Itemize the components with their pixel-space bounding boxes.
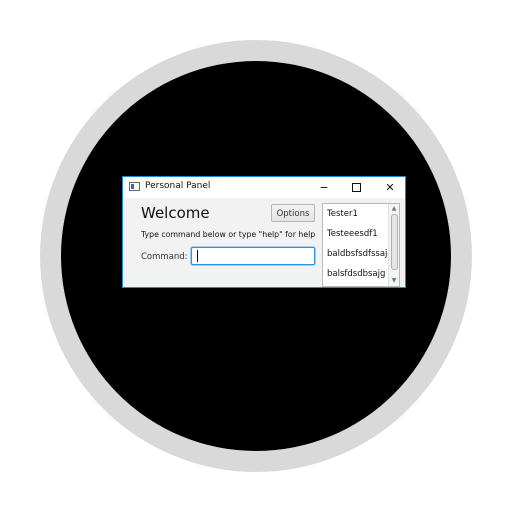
command-input[interactable]	[191, 247, 315, 265]
app-window-icon	[129, 182, 140, 191]
scroll-up-icon[interactable]: ▲	[390, 205, 398, 213]
welcome-heading: Welcome	[141, 204, 210, 222]
list-item[interactable]: Tester1	[327, 209, 358, 219]
command-label: Command:	[141, 252, 188, 262]
options-button[interactable]: Options	[271, 204, 315, 222]
scroll-thumb[interactable]	[391, 214, 398, 270]
minimize-button[interactable]: −	[309, 177, 339, 198]
scroll-down-icon[interactable]: ▼	[390, 277, 398, 285]
user-list[interactable]: Tester1 Testeeesdf1 baldbsfsdfssajg bals…	[322, 203, 400, 287]
list-item[interactable]: baldbsfsdfssajg	[327, 249, 393, 259]
stage: Personal Panel − ✕ Welcome Options Type …	[0, 0, 512, 512]
personal-panel-window: Personal Panel − ✕ Welcome Options Type …	[122, 176, 406, 288]
close-button[interactable]: ✕	[375, 177, 405, 198]
list-item[interactable]: Testeeesdf1	[327, 229, 378, 239]
list-item[interactable]: balsfdsdbsajg	[327, 269, 385, 279]
list-scrollbar[interactable]: ▲ ▼	[388, 204, 399, 286]
text-caret	[197, 250, 198, 262]
window-title: Personal Panel	[145, 181, 211, 191]
maximize-button[interactable]	[341, 177, 371, 198]
maximize-icon	[351, 182, 361, 192]
title-bar[interactable]: Personal Panel − ✕	[123, 177, 405, 198]
help-instructions: Type command below or type "help" for he…	[141, 230, 316, 239]
